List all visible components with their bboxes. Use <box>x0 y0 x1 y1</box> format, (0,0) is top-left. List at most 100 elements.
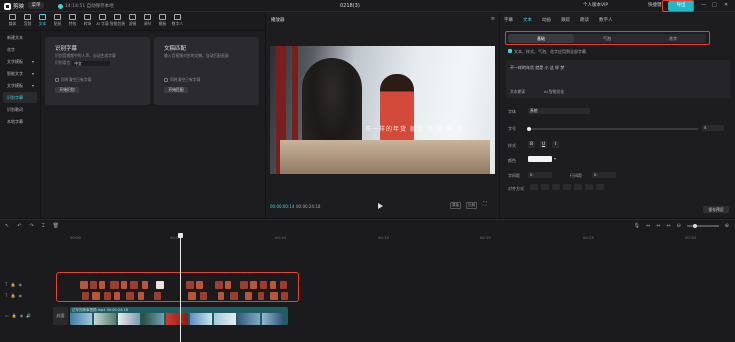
tool-media[interactable]: 媒体 <box>6 12 19 30</box>
undo-icon[interactable]: ↶ <box>17 223 21 229</box>
sidebar-item-text-template[interactable]: 文字模板 ▾ <box>3 56 37 67</box>
color-swatch[interactable] <box>528 156 552 162</box>
pro-member-badge[interactable]: 个人版本VIP <box>583 2 608 8</box>
maximize-icon[interactable]: □ <box>712 2 717 8</box>
eye-icon[interactable]: ◉ <box>18 282 22 287</box>
underline-button[interactable]: U <box>540 141 547 148</box>
eye-icon[interactable]: ◉ <box>18 293 22 298</box>
font-select[interactable]: 系统 <box>528 108 590 114</box>
start-match-button[interactable]: 开始匹配 <box>164 87 188 93</box>
sidebar-item-text-template-2[interactable]: 文字模板 ▾ <box>3 80 37 91</box>
lock-icon[interactable]: 🔒 <box>10 282 15 287</box>
align-right-icon[interactable] <box>552 184 560 190</box>
size-input[interactable]: 5 <box>702 125 724 131</box>
snap-icon[interactable]: ⇔ <box>656 223 660 229</box>
sidebar-item-fancy-text[interactable]: 花字 <box>3 44 37 55</box>
zoom-slider[interactable] <box>686 224 719 228</box>
delete-icon[interactable]: 🗑 <box>53 223 59 229</box>
tab-tracking[interactable]: 跟踪 <box>561 17 570 23</box>
size-slider-knob[interactable] <box>527 127 531 131</box>
link-icon[interactable]: ⇔ <box>646 223 650 229</box>
tool-transition[interactable]: 转场 <box>81 12 94 30</box>
zoom-knob[interactable] <box>692 224 697 228</box>
select-cursor-icon[interactable]: ↖ <box>5 223 9 229</box>
tab-read-aloud[interactable]: 朗读 <box>580 17 589 23</box>
app-logo: 剪映 <box>4 2 24 10</box>
tab-avatar[interactable]: 数字人 <box>599 17 613 23</box>
align-left-icon[interactable] <box>530 184 538 190</box>
lock-icon[interactable]: 🔒 <box>10 293 15 298</box>
tool-ai-caption[interactable]: AI 字幕 <box>96 12 109 30</box>
fullscreen-icon[interactable]: ⛶ <box>482 202 488 209</box>
bold-button[interactable]: B <box>528 141 535 148</box>
tool-filter[interactable]: 滤镜 <box>126 12 139 30</box>
original-button[interactable]: 原始 <box>450 202 461 209</box>
save-preset-button[interactable]: 保存预设 <box>703 206 729 213</box>
sidebar-item-new-text[interactable]: 新建文本 <box>3 32 37 43</box>
filter-icon <box>129 14 136 20</box>
clear-existing-checkbox[interactable]: 同时清空已有字幕 <box>164 77 200 83</box>
playhead[interactable] <box>178 233 183 342</box>
shortcuts-button[interactable]: 快捷键 <box>648 2 662 8</box>
time-ruler[interactable]: 00:00 00:05 00:10 00:15 00:20 00:25 00:3… <box>55 234 735 242</box>
tool-adjust[interactable]: 调节 <box>141 12 154 30</box>
language-select[interactable]: 识别语言 中文 <box>55 60 111 66</box>
start-recognize-button[interactable]: 开始识别 <box>55 87 79 93</box>
subtitle-track-header-2: T 🔒 ◉ <box>5 293 22 298</box>
tab-captions[interactable]: 字幕 <box>504 17 513 23</box>
line-spacing-input[interactable]: 0 <box>592 172 616 178</box>
text-content-input[interactable]: 不一样的年货 就是 小 这 样 梦 文本朗读 AI 智能优化 <box>506 60 730 98</box>
chevron-down-icon: ▾ <box>31 83 34 88</box>
italic-button[interactable]: I <box>552 141 559 148</box>
play-icon[interactable] <box>378 203 383 209</box>
preview-axis-icon[interactable]: ⇔ <box>666 223 670 229</box>
script-match-card: 文稿匹配 输入音视频对应的文稿，自动匹配画面 同时清空已有字幕 开始匹配 <box>154 37 259 105</box>
char-spacing-label: 字间距 <box>508 173 520 178</box>
mic-icon[interactable]: 🎙 <box>634 223 640 229</box>
tool-audio[interactable]: 音频 <box>21 12 34 30</box>
split-icon[interactable]: ⌶ <box>42 223 45 229</box>
cover-button[interactable]: 封面 <box>53 307 68 325</box>
read-aloud-button[interactable]: 文本朗读 <box>510 89 525 95</box>
tool-smart-pack[interactable]: 智能包装 <box>110 12 125 30</box>
ai-optimize-button[interactable]: AI 智能优化 <box>544 89 564 95</box>
video-clip[interactable]: 过年的故事视频.mp4 00:00:24:18 <box>70 307 288 325</box>
apply-all-option[interactable]: 文本、样式、气泡、花字应用到全部字幕 <box>508 49 586 55</box>
tool-sticker[interactable]: 贴纸 <box>51 12 64 30</box>
more-icon[interactable]: ≡ <box>491 16 495 22</box>
align-center-icon[interactable] <box>541 184 549 190</box>
timeline-right-tools: 🎙 ⇔ ⇔ ⇔ ⊖ ⊕ <box>634 223 729 229</box>
zoom-in-icon[interactable]: ⊕ <box>725 223 729 229</box>
align-justify-icon[interactable] <box>563 184 571 190</box>
redo-icon[interactable]: ↷ <box>29 223 33 229</box>
chevron-down-icon[interactable]: ▾ <box>554 156 556 161</box>
tool-effects[interactable]: 特效 <box>66 12 79 30</box>
sidebar-item-local-captions[interactable]: 本地字幕 <box>3 116 37 127</box>
close-icon[interactable]: ✕ <box>724 2 728 8</box>
sidebar-item-smart-text[interactable]: 智能文字 ▾ <box>3 68 37 79</box>
tool-avatar[interactable]: 数字人 <box>171 12 184 30</box>
char-spacing-input[interactable]: 0 <box>528 172 552 178</box>
sidebar-item-recognize-lyrics[interactable]: 识别歌词 <box>3 104 37 115</box>
cloud-icon <box>58 3 63 9</box>
minimize-icon[interactable]: — <box>701 2 706 8</box>
ai-caption-icon <box>99 14 106 20</box>
mute-icon[interactable]: 🔊 <box>26 313 31 318</box>
tab-text[interactable]: 文本 <box>523 17 532 23</box>
video-preview[interactable]: 不一样的年货 就是 小 这 样 梦 <box>270 46 495 174</box>
sidebar-item-recognize-captions[interactable]: 识别字幕 <box>3 92 37 103</box>
menu-button[interactable]: 菜单 <box>28 2 44 9</box>
export-highlight <box>662 0 694 12</box>
align-middle-icon[interactable] <box>585 184 593 190</box>
ratio-button[interactable]: 比例 <box>466 202 477 209</box>
align-bottom-icon[interactable] <box>596 184 604 190</box>
tab-animation[interactable]: 动画 <box>542 17 551 23</box>
align-top-icon[interactable] <box>574 184 582 190</box>
tool-text[interactable]: 文本 <box>36 12 49 30</box>
lock-icon[interactable]: 🔒 <box>12 313 17 318</box>
eye-icon[interactable]: ◉ <box>20 313 24 318</box>
zoom-out-icon[interactable]: ⊖ <box>677 223 681 229</box>
size-slider[interactable] <box>528 128 698 130</box>
tool-template[interactable]: 模板 <box>156 12 169 30</box>
clear-existing-checkbox[interactable]: 同时清空已有字幕 <box>55 77 91 83</box>
